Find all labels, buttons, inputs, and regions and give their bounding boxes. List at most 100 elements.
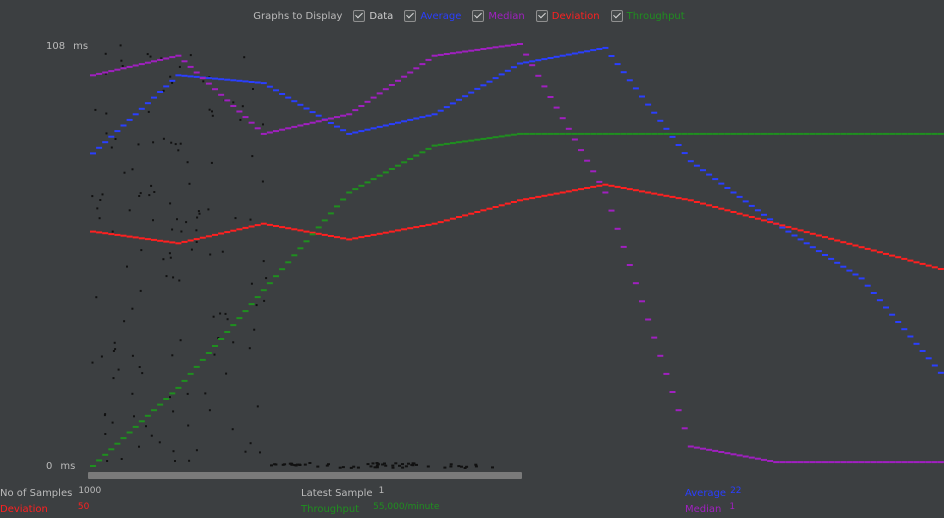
throughput-point — [358, 184, 365, 187]
deviation-point — [797, 229, 804, 232]
data-sample-point — [152, 141, 155, 144]
data-sample-point — [112, 377, 115, 380]
median-point — [517, 43, 523, 45]
median-point — [883, 461, 889, 464]
deviation-point — [108, 233, 115, 236]
throughput-point — [388, 168, 395, 170]
data-sample-point — [138, 445, 140, 448]
median-point — [334, 116, 340, 119]
median-point — [431, 54, 438, 57]
median-point — [187, 65, 194, 68]
average-value: 22 — [730, 486, 742, 496]
data-sample-point — [146, 53, 149, 56]
deviation-point — [413, 226, 420, 229]
deviation-point — [425, 223, 432, 226]
average-point — [126, 118, 133, 121]
data-sample-point — [178, 65, 181, 68]
average-point — [626, 79, 633, 82]
deviation-point — [687, 199, 694, 202]
throughput-point — [273, 275, 279, 278]
data-sample-point — [178, 279, 181, 282]
median-point — [559, 117, 566, 120]
deviation-point — [96, 231, 103, 234]
median-point — [700, 447, 706, 450]
throughput-point — [693, 132, 700, 135]
data-sample-point — [202, 80, 205, 83]
average-point — [724, 187, 731, 189]
deviation-point — [669, 195, 676, 198]
throughput-point — [90, 465, 96, 467]
median-point — [346, 113, 353, 116]
deviation-point — [608, 184, 615, 187]
median-point — [175, 54, 182, 57]
throughput-point — [108, 448, 115, 451]
data-sample-point — [411, 462, 415, 465]
average-point — [236, 79, 243, 82]
median-point — [596, 180, 603, 183]
throughput-point — [919, 132, 926, 135]
data-sample-point — [95, 296, 98, 299]
data-sample-point — [91, 361, 94, 364]
average-point — [90, 152, 96, 155]
throughput-stat: Throughput 55,000/minute — [301, 502, 439, 515]
average-point — [419, 116, 426, 119]
data-sample-point — [139, 289, 142, 292]
deviation-point — [370, 233, 377, 236]
average-point — [157, 91, 164, 93]
average-point — [883, 306, 889, 309]
data-sample-point — [150, 184, 153, 187]
data-sample-point — [356, 466, 360, 469]
average-point — [663, 127, 670, 130]
throughput-point — [523, 132, 530, 135]
average-point — [614, 63, 621, 66]
throughput-point — [541, 132, 548, 135]
deviation-point — [498, 204, 505, 207]
average-point — [596, 48, 603, 50]
throughput-point — [779, 132, 786, 135]
average-point — [279, 93, 286, 95]
graph-scrollbar[interactable] — [88, 472, 522, 479]
data-sample-point — [126, 265, 128, 268]
throughput-point — [382, 171, 389, 174]
median-point — [358, 105, 365, 107]
data-sample-point — [369, 465, 373, 468]
throughput-point — [151, 409, 157, 412]
average-point — [504, 69, 511, 72]
average-point — [791, 234, 798, 237]
data-sample-point — [153, 191, 156, 193]
median-point — [748, 456, 755, 459]
throughput-point — [187, 372, 194, 375]
median-point — [712, 449, 719, 452]
average-point — [761, 213, 767, 216]
data-sample-point — [177, 149, 180, 152]
median-point — [876, 461, 883, 464]
throughput-point — [754, 132, 761, 135]
data-sample-point — [120, 458, 123, 460]
data-sample-point — [168, 252, 171, 255]
deviation-point — [864, 247, 871, 250]
data-sample-point — [371, 462, 375, 465]
deviation-point — [486, 207, 493, 210]
deviation-point — [230, 229, 237, 232]
throughput-point — [687, 132, 694, 135]
deviation-point — [919, 262, 926, 265]
throughput-point — [901, 132, 908, 135]
average-point — [468, 91, 475, 94]
data-sample-point — [376, 463, 380, 466]
average-point — [114, 130, 121, 133]
median-point — [224, 99, 231, 102]
throughput-point — [218, 338, 225, 340]
latest-sample-value: 1 — [378, 486, 385, 496]
median-point — [889, 461, 896, 464]
deviation-point — [590, 185, 597, 188]
median-point — [913, 461, 920, 464]
data-sample-point — [443, 466, 447, 469]
throughput-point — [931, 132, 938, 135]
median-point — [230, 105, 237, 107]
data-sample-point — [172, 276, 175, 279]
median-point — [565, 127, 572, 130]
throughput-point — [645, 132, 652, 135]
average-point — [590, 49, 597, 52]
throughput-point — [510, 133, 517, 136]
data-sample-point — [207, 208, 210, 211]
